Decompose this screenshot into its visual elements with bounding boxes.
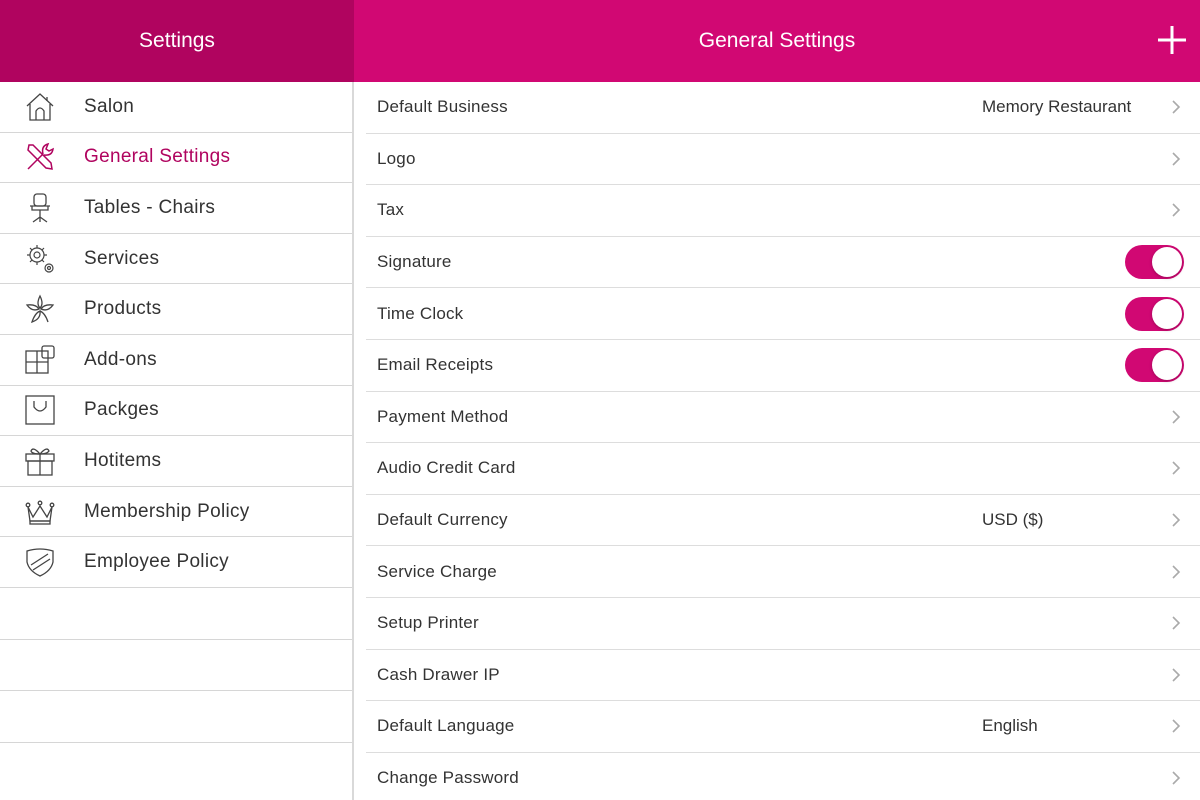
house-icon [23,90,57,124]
sidebar-item-label: Packges [84,399,159,421]
row-time-clock: Time Clock [366,288,1200,340]
row-label: Setup Printer [377,613,479,633]
row-email-receipts: Email Receipts [366,340,1200,392]
chevron-right-icon [1172,410,1181,424]
sidebar-item-employee-policy[interactable]: Employee Policy [0,537,352,588]
row-cash-drawer-ip[interactable]: Cash Drawer IP [366,650,1200,702]
sidebar-item-membership-policy[interactable]: Membership Policy [0,487,352,538]
chair-icon [23,191,57,225]
gears-icon [23,242,57,276]
row-label: Audio Credit Card [377,458,516,478]
row-value: English [982,716,1038,736]
sidebar-item-label: Tables - Chairs [84,196,216,218]
row-default-business[interactable]: Default Business Memory Restaurant [366,82,1200,134]
row-logo[interactable]: Logo [366,134,1200,186]
chevron-right-icon [1172,461,1181,476]
sidebar-item-label: Products [84,298,162,320]
toggle-knob [1152,247,1182,278]
sidebar-item-general-settings[interactable]: General Settings [0,133,352,184]
row-default-language[interactable]: Default Language English [366,701,1200,753]
sidebar-item-products[interactable]: Products [0,284,352,335]
sidebar-empty-row [0,691,352,743]
main-header: General Settings [354,0,1200,82]
row-tax[interactable]: Tax [366,185,1200,237]
row-label: Time Clock [377,303,464,323]
sidebar-item-label: Membership Policy [84,500,250,522]
sidebar-empty-row [0,640,352,692]
chevron-right-icon [1172,513,1181,527]
add-button[interactable] [1156,24,1188,56]
bag-icon [23,393,57,427]
sidebar-item-label: Hotitems [84,449,162,471]
sidebar-item-label: Services [84,247,160,269]
time-clock-toggle[interactable] [1125,296,1184,331]
row-label: Email Receipts [377,355,494,375]
row-label: Default Currency [377,510,508,530]
row-label: Signature [377,252,452,272]
page-title: General Settings [698,29,856,52]
sidebar-item-label: General Settings [84,146,231,168]
sidebar-item-label: Add-ons [84,348,157,370]
settings-list: Default Business Memory Restaurant Logo … [354,82,1200,800]
plus-icon [1158,26,1186,54]
row-label: Default Language [377,716,515,736]
chevron-right-icon [1172,203,1181,218]
row-default-currency[interactable]: Default Currency USD ($) [366,495,1200,547]
sidebar-header: Settings [0,0,354,82]
chevron-right-icon [1172,616,1181,630]
sidebar-item-services[interactable]: Services [0,234,352,285]
row-label: Tax [377,200,405,220]
row-change-password[interactable]: Change Password [366,753,1200,800]
row-service-charge[interactable]: Service Charge [366,546,1200,598]
shield-icon [23,545,57,579]
row-label: Change Password [377,768,519,788]
chevron-right-icon [1172,152,1181,166]
row-label: Payment Method [377,406,509,426]
chevron-right-icon [1172,100,1181,114]
row-label: Cash Drawer IP [377,664,500,684]
chevron-right-icon [1172,719,1181,733]
chevron-right-icon [1172,771,1181,785]
row-payment-method[interactable]: Payment Method [366,392,1200,444]
toggle-knob [1152,298,1182,329]
sidebar-title: Settings [139,29,215,52]
email-receipts-toggle[interactable] [1125,348,1184,383]
row-signature: Signature [366,237,1200,289]
sidebar-item-hotitems[interactable]: Hotitems [0,436,352,487]
chevron-right-icon [1172,668,1181,682]
sidebar-item-label: Employee Policy [84,551,229,573]
row-label: Service Charge [377,561,497,581]
sidebar-item-salon[interactable]: Salon [0,82,352,133]
row-value: USD ($) [982,510,1044,530]
sidebar-item-packges[interactable]: Packges [0,386,352,437]
row-setup-printer[interactable]: Setup Printer [366,598,1200,650]
row-audio-credit-card[interactable]: Audio Credit Card [366,443,1200,495]
gift-icon [23,444,57,478]
sidebar-item-tables-chairs[interactable]: Tables - Chairs [0,183,352,234]
chevron-right-icon [1172,565,1181,579]
wrench-screwdriver-icon [23,140,57,174]
flower-icon [23,292,57,326]
sidebar: Salon General Settings Tables - Chairs S… [0,82,354,800]
toggle-knob [1152,350,1182,381]
crown-icon [23,495,57,529]
blocks-icon [23,343,57,377]
sidebar-item-add-ons[interactable]: Add-ons [0,335,352,386]
row-label: Logo [377,148,416,168]
sidebar-empty-row [0,588,352,640]
signature-toggle[interactable] [1125,245,1184,280]
row-label: Default Business [377,97,508,117]
row-value: Memory Restaurant [982,97,1132,117]
sidebar-item-label: Salon [84,95,135,117]
